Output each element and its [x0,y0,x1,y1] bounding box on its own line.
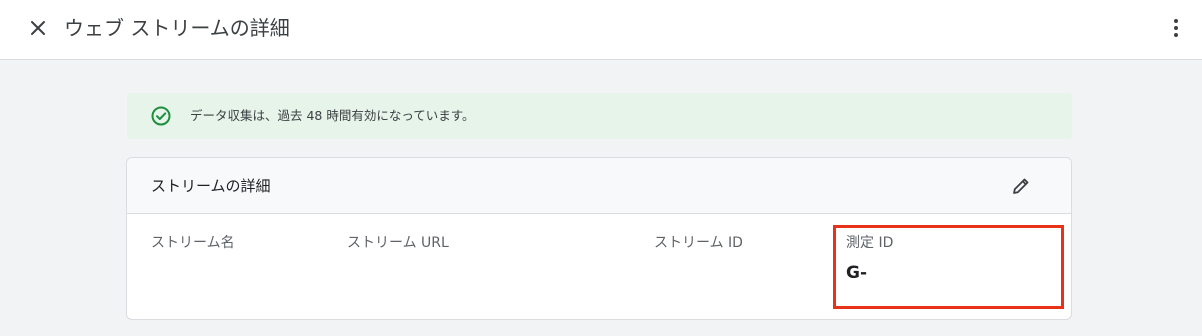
page-header: ウェブ ストリームの詳細 [0,0,1202,60]
stream-details-card: ストリームの詳細 ストリーム名 ストリーム URL ストリーム ID 測定 ID… [126,157,1072,320]
stream-name-label: ストリーム名 [151,235,235,251]
close-icon [31,21,45,35]
check-circle-icon [151,106,171,126]
more-vert-icon [1174,19,1178,37]
measurement-id-value[interactable]: G- [846,262,867,284]
page-title: ウェブ ストリームの詳細 [64,16,290,40]
card-header: ストリームの詳細 [127,158,1071,214]
stream-id-label: ストリーム ID [654,235,743,251]
stream-url-label: ストリーム URL [347,235,449,251]
data-collection-banner: データ収集は、過去 48 時間有効になっています。 [127,93,1072,139]
edit-button[interactable] [1007,172,1035,200]
banner-text: データ収集は、過去 48 時間有効になっています。 [190,108,475,123]
card-title: ストリームの詳細 [151,177,271,195]
more-options-button[interactable] [1162,14,1190,42]
pencil-icon [1013,178,1029,194]
close-button[interactable] [24,14,52,42]
measurement-id-label: 測定 ID [846,235,894,251]
